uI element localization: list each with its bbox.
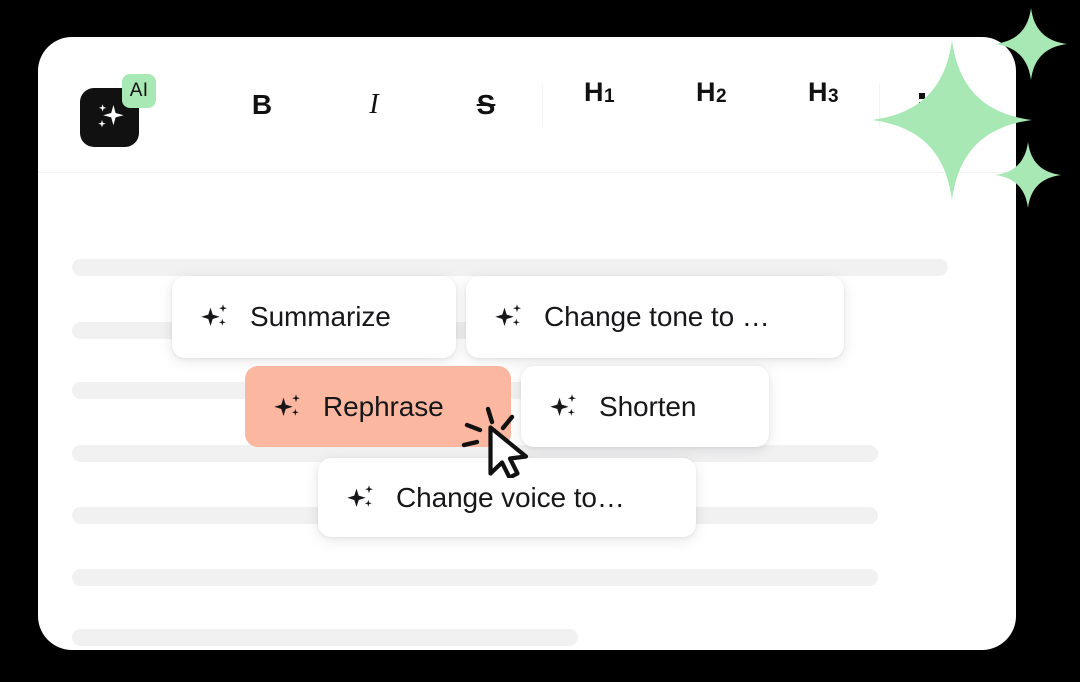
heading-1-level: 1 [603,85,615,107]
heading-3-level: 3 [827,85,839,107]
strikethrough-button[interactable]: S [456,77,516,133]
ai-menu-item-rephrase[interactable]: Rephrase [245,366,511,447]
heading-1-button[interactable]: H 1 [569,77,629,133]
ai-menu-item-change-voice[interactable]: Change voice to… [318,458,696,537]
ai-logo[interactable]: AI [80,73,156,147]
toolbar-divider [542,82,543,127]
ai-menu-item-label: Change voice to… [396,481,625,513]
sparkles-icon [93,100,127,134]
heading-3-button[interactable]: H 3 [793,77,853,133]
ai-menu-item-label: Rephrase [323,390,444,422]
ai-menu-item-label: Summarize [250,301,391,332]
ai-menu-item-label: Shorten [599,390,697,422]
sparkles-icon [494,301,526,333]
skeleton-line [72,569,878,586]
italic-button[interactable]: I [344,77,404,133]
bulleted-list-icon [919,91,953,119]
ai-menu-item-summarize[interactable]: Summarize [172,276,456,358]
skeleton-line [72,629,578,646]
sparkles-icon [200,301,232,333]
sparkles-icon [346,482,378,514]
heading-3-letter: H [807,76,828,107]
screenshot-stage: AI B I S H 1 H 2 H 3 Summarize Change to… [0,0,1080,682]
heading-2-level: 2 [715,85,727,107]
ai-badge: AI [122,73,156,108]
ai-menu-item-shorten[interactable]: Shorten [521,366,769,447]
ai-menu-item-label: Change tone to … [544,301,770,332]
skeleton-line [72,259,948,276]
bold-button[interactable]: B [232,77,292,133]
ai-menu-item-change-tone[interactable]: Change tone to … [466,276,844,358]
toolbar-divider [879,82,880,127]
heading-2-letter: H [695,76,716,107]
sparkles-icon [549,391,581,423]
heading-1-letter: H [583,76,604,107]
heading-2-button[interactable]: H 2 [681,77,741,133]
bulleted-list-button[interactable] [906,77,966,133]
editor-toolbar: AI B I S H 1 H 2 H 3 [38,37,1016,173]
sparkles-icon [273,391,305,423]
